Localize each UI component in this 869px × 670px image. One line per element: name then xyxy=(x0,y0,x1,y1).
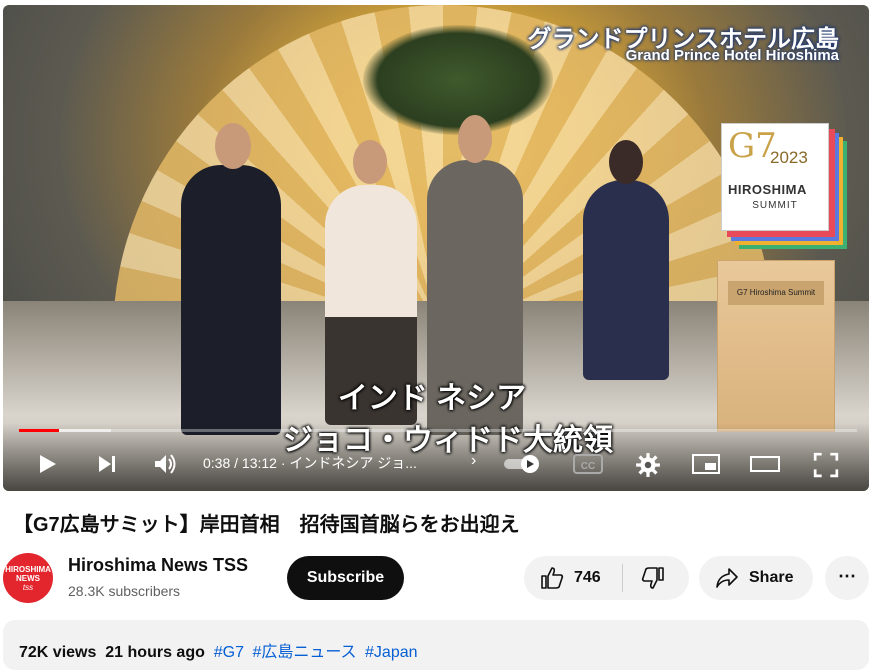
description-box[interactable]: 72K views 21 hours ago #G7 #広島ニュース #Japa… xyxy=(3,620,869,670)
share-button[interactable]: Share xyxy=(699,556,813,600)
channel-name[interactable]: Hiroshima News TSS xyxy=(68,555,248,576)
progress-played xyxy=(19,429,60,432)
avatar-text-2: NEWS xyxy=(16,574,40,583)
subtitle-line-1: インド ネシア xyxy=(337,382,527,415)
fullscreen-icon[interactable] xyxy=(813,452,839,478)
progress-bar[interactable] xyxy=(19,429,857,432)
person-head xyxy=(458,115,492,163)
bonsai-arrangement xyxy=(363,25,553,135)
channel-avatar[interactable]: HIROSHIMA NEWS tss xyxy=(3,553,53,603)
thumbs-up-icon xyxy=(541,567,564,589)
view-count: 72K views xyxy=(19,644,97,661)
avatar-text-3: tss xyxy=(22,583,34,592)
more-icon: ⋯ xyxy=(838,566,856,586)
volume-icon[interactable] xyxy=(153,452,179,476)
person-head xyxy=(609,140,643,184)
like-count: 746 xyxy=(574,569,601,586)
thumbs-down-icon xyxy=(641,567,664,589)
like-dislike-group: 746 xyxy=(524,556,689,600)
share-icon xyxy=(716,568,738,588)
captions-label: CC xyxy=(581,461,595,472)
hotel-caption-en: Grand Prince Hotel Hiroshima xyxy=(625,47,839,64)
subscribe-button[interactable]: Subscribe xyxy=(287,556,404,600)
subscriber-count: 28.3K subscribers xyxy=(68,583,181,599)
hashtag-link[interactable]: #広島ニュース xyxy=(252,644,356,661)
avatar-text-1: HIROSHIMA xyxy=(5,565,51,574)
person-head xyxy=(353,140,387,184)
dislike-button[interactable] xyxy=(623,556,689,600)
like-button[interactable]: 746 xyxy=(524,556,622,600)
person-yuko-kishida xyxy=(583,180,669,380)
miniplayer-icon[interactable] xyxy=(691,452,721,476)
pedestal-label: G7 Hiroshima Summit xyxy=(728,281,824,305)
time-display: 0:38 / 13:12 · インドネシア ジョ... xyxy=(203,455,417,471)
video-player[interactable]: G7 Hiroshima Summit G7 2023 HIROSHIMA SU… xyxy=(3,5,869,491)
gear-icon[interactable] xyxy=(635,452,661,478)
hashtag-link[interactable]: #Japan xyxy=(365,644,418,661)
logo-city: HIROSHIMA xyxy=(728,182,807,197)
theater-icon[interactable] xyxy=(749,452,781,476)
next-icon[interactable] xyxy=(95,452,119,476)
chapter-chevron-icon[interactable]: › xyxy=(471,452,476,470)
play-icon[interactable] xyxy=(35,452,59,476)
upload-age: 21 hours ago xyxy=(105,644,205,661)
share-label: Share xyxy=(749,569,794,586)
logo-summit: SUMMIT xyxy=(752,200,798,211)
person-head xyxy=(215,123,251,169)
autoplay-toggle[interactable] xyxy=(503,455,543,473)
hashtag-link[interactable]: #G7 xyxy=(214,644,244,661)
captions-icon[interactable]: CC xyxy=(573,452,603,476)
logo-year: 2023 xyxy=(770,148,808,167)
g7-summit-logo: G7 2023 HIROSHIMA SUMMIT xyxy=(721,123,829,231)
more-actions-button[interactable]: ⋯ xyxy=(825,556,869,600)
description-meta: 72K views 21 hours ago #G7 #広島ニュース #Japa… xyxy=(19,638,418,662)
video-title: 【G7広島サミット】岸田首相 招待国首脳らをお出迎え xyxy=(13,514,520,536)
